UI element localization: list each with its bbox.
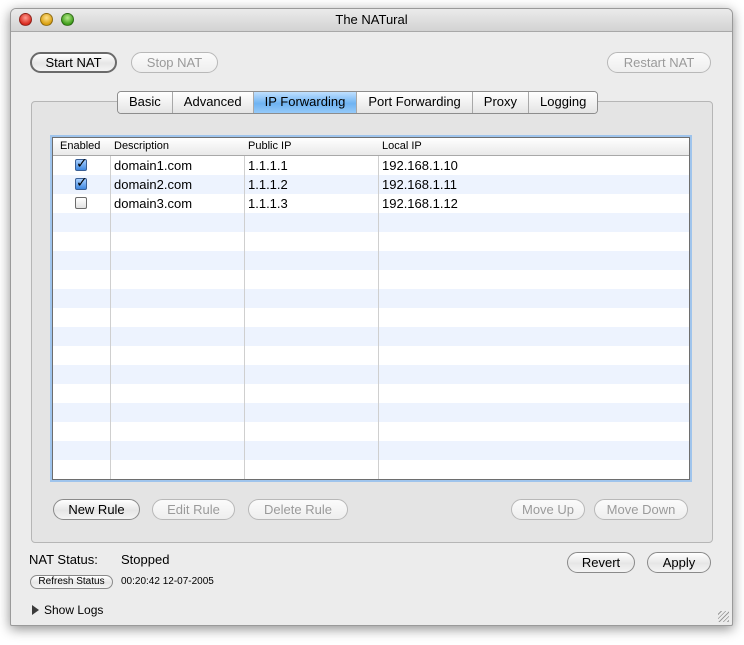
- tab-basic[interactable]: Basic: [118, 92, 173, 113]
- empty-row[interactable]: [53, 441, 689, 460]
- delete-rule-button[interactable]: Delete Rule: [248, 499, 348, 520]
- restart-nat-button[interactable]: Restart NAT: [607, 52, 711, 73]
- enabled-checkbox[interactable]: ✓: [75, 155, 88, 171]
- nat-status-label: NAT Status:: [29, 552, 98, 567]
- resize-grip-icon[interactable]: [718, 611, 729, 622]
- empty-row[interactable]: [53, 327, 689, 346]
- local-ip-cell: 192.168.1.10: [382, 158, 458, 173]
- app-window: The NATural Start NAT Stop NAT Restart N…: [10, 8, 733, 626]
- public-ip-cell: 1.1.1.2: [248, 177, 288, 192]
- column-header-description[interactable]: Description: [110, 138, 244, 155]
- enabled-checkbox[interactable]: [75, 197, 87, 209]
- apply-button[interactable]: Apply: [647, 552, 711, 573]
- tab-advanced[interactable]: Advanced: [172, 92, 254, 113]
- public-ip-cell: 1.1.1.3: [248, 196, 288, 211]
- move-up-button[interactable]: Move Up: [511, 499, 585, 520]
- status-timestamp: 00:20:42 12-07-2005: [121, 576, 214, 587]
- column-header-public-ip[interactable]: Public IP: [244, 138, 378, 155]
- tab-bar: Basic Advanced IP Forwarding Port Forwar…: [117, 91, 599, 114]
- window-title: The NATural: [335, 12, 408, 27]
- new-rule-button[interactable]: New Rule: [53, 499, 140, 520]
- tab-logging[interactable]: Logging: [529, 92, 598, 113]
- checkmark-icon: ✓: [76, 155, 88, 171]
- tab-port-forwarding[interactable]: Port Forwarding: [357, 92, 473, 113]
- empty-row[interactable]: [53, 422, 689, 441]
- local-ip-cell: 192.168.1.11: [382, 177, 457, 192]
- enabled-checkbox[interactable]: ✓: [75, 174, 88, 190]
- description-cell: domain2.com: [114, 177, 193, 192]
- checkmark-icon: ✓: [76, 174, 88, 190]
- move-down-button[interactable]: Move Down: [594, 499, 688, 520]
- empty-row[interactable]: [53, 289, 689, 308]
- refresh-status-button[interactable]: Refresh Status: [30, 575, 113, 589]
- local-ip-cell: 192.168.1.12: [382, 196, 458, 211]
- tab-ip-forwarding[interactable]: IP Forwarding: [253, 92, 358, 113]
- column-divider: [244, 138, 245, 479]
- empty-row[interactable]: [53, 251, 689, 270]
- table-header: Enabled Description Public IP Local IP: [53, 138, 689, 156]
- edit-rule-button[interactable]: Edit Rule: [152, 499, 235, 520]
- ip-forwarding-table[interactable]: ✓ domain1.com 1.1.1.1 192.168.1.10 ✓ domain2.…: [52, 137, 690, 480]
- column-header-local-ip[interactable]: Local IP: [378, 138, 678, 155]
- empty-row[interactable]: [53, 365, 689, 384]
- column-divider: [378, 138, 379, 479]
- empty-row[interactable]: [53, 270, 689, 289]
- empty-row[interactable]: [53, 384, 689, 403]
- table-row[interactable]: ✓ domain1.com 1.1.1.1 192.168.1.10: [53, 155, 689, 175]
- disclosure-triangle-icon[interactable]: [32, 605, 39, 615]
- revert-button[interactable]: Revert: [567, 552, 635, 573]
- show-logs-toggle[interactable]: Show Logs: [44, 603, 103, 617]
- column-header-enabled[interactable]: Enabled: [56, 138, 110, 155]
- empty-row[interactable]: [53, 213, 689, 232]
- title-bar[interactable]: The NATural: [11, 9, 732, 32]
- table-row[interactable]: ✓ domain2.com 1.1.1.2 192.168.1.11: [53, 174, 689, 194]
- empty-row[interactable]: [53, 346, 689, 365]
- column-divider: [110, 138, 111, 479]
- start-nat-button[interactable]: Start NAT: [30, 52, 117, 73]
- stop-nat-button[interactable]: Stop NAT: [131, 52, 218, 73]
- description-cell: domain3.com: [114, 196, 193, 211]
- tab-proxy[interactable]: Proxy: [472, 92, 530, 113]
- nat-status-value: Stopped: [121, 552, 170, 567]
- empty-row[interactable]: [53, 460, 689, 479]
- empty-row[interactable]: [53, 403, 689, 422]
- description-cell: domain1.com: [114, 158, 193, 173]
- table-row[interactable]: domain3.com 1.1.1.3 192.168.1.12: [53, 194, 689, 213]
- empty-row[interactable]: [53, 308, 689, 327]
- empty-row[interactable]: [53, 232, 689, 251]
- public-ip-cell: 1.1.1.1: [248, 158, 288, 173]
